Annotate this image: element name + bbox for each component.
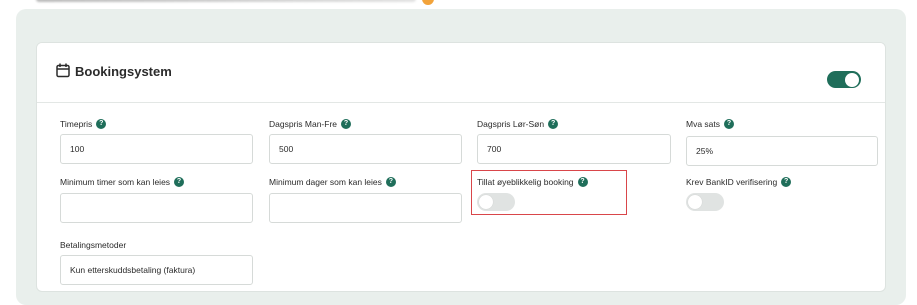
cropped-text: [36, 0, 416, 2]
krev-bankid-label: Krev BankID verifisering ?: [686, 177, 792, 187]
help-icon[interactable]: ?: [96, 119, 107, 129]
min-timer-input[interactable]: [60, 193, 253, 223]
toggle-knob: [845, 73, 859, 87]
emoji-icon: [422, 0, 434, 5]
min-dager-input[interactable]: [269, 193, 462, 223]
card-header: Bookingsystem: [37, 43, 885, 103]
dagspris-lor-son-label: Dagspris Lør-Søn ?: [477, 119, 559, 129]
dagspris-man-fre-input[interactable]: 500: [269, 134, 462, 164]
help-icon[interactable]: ?: [781, 177, 792, 187]
settings-panel: Bookingsystem Timepris ? 100 Dagspris Ma…: [16, 9, 906, 305]
calendar-icon: [56, 63, 70, 78]
betalingsmetoder-select[interactable]: Kun etterskuddsbetaling (faktura): [60, 255, 253, 285]
min-dager-label: Minimum dager som kan leies ?: [269, 177, 396, 187]
card-title: Bookingsystem: [75, 64, 172, 79]
betalingsmetoder-label: Betalingsmetoder: [60, 240, 127, 250]
help-icon[interactable]: ?: [548, 119, 559, 129]
bookingsystem-toggle[interactable]: [827, 71, 861, 88]
timepris-input[interactable]: 100: [60, 134, 253, 164]
top-strip: [0, 0, 917, 8]
help-icon[interactable]: ?: [341, 119, 352, 129]
booking-card: Bookingsystem Timepris ? 100 Dagspris Ma…: [36, 42, 886, 292]
mva-sats-label: Mva sats ?: [686, 119, 735, 129]
help-icon[interactable]: ?: [724, 119, 735, 129]
dagspris-lor-son-input[interactable]: 700: [477, 134, 671, 164]
timepris-label: Timepris ?: [60, 119, 107, 129]
help-icon[interactable]: ?: [174, 177, 185, 187]
mva-sats-input[interactable]: 25%: [686, 136, 878, 166]
toggle-knob: [688, 195, 702, 209]
min-timer-label: Minimum timer som kan leies ?: [60, 177, 185, 187]
krev-bankid-toggle[interactable]: [686, 193, 724, 211]
dagspris-man-fre-label: Dagspris Man-Fre ?: [269, 119, 352, 129]
help-icon[interactable]: ?: [385, 177, 396, 187]
highlight-box: [471, 170, 627, 215]
